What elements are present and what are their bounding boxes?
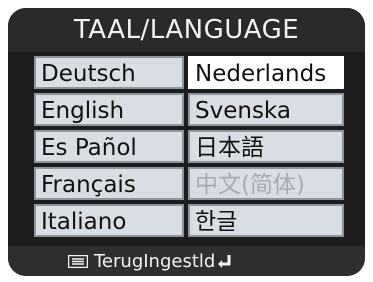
language-option-korean[interactable]: 한글 [188, 204, 344, 237]
language-option-francais[interactable]: Français [34, 167, 184, 200]
footer-hints: Terug Ingestld [68, 246, 233, 276]
menu-title: TAAL/LANGUAGE [8, 8, 365, 52]
language-option-english[interactable]: English [34, 93, 184, 126]
language-option-nederlands[interactable]: Nederlands [188, 56, 344, 89]
footer-bar: Terug Ingestld [8, 246, 365, 276]
menu-icon [68, 254, 88, 268]
language-option-espanol[interactable]: Es Pañol [34, 130, 184, 163]
enter-icon [218, 255, 231, 268]
language-option-chinese-simplified[interactable]: 中文(简体) [188, 167, 344, 200]
language-option-japanese[interactable]: 日本語 [188, 130, 344, 163]
language-option-italiano[interactable]: Italiano [34, 204, 184, 237]
language-grid: Deutsch English Es Pañol Français Italia… [34, 56, 344, 241]
back-hint-label: Terug [94, 250, 144, 272]
camera-menu-screen: TAAL/LANGUAGE Deutsch English Es Pañol F… [8, 8, 365, 276]
set-hint-label: Ingestld [143, 250, 216, 272]
language-option-deutsch[interactable]: Deutsch [34, 56, 184, 89]
language-option-svenska[interactable]: Svenska [188, 93, 344, 126]
